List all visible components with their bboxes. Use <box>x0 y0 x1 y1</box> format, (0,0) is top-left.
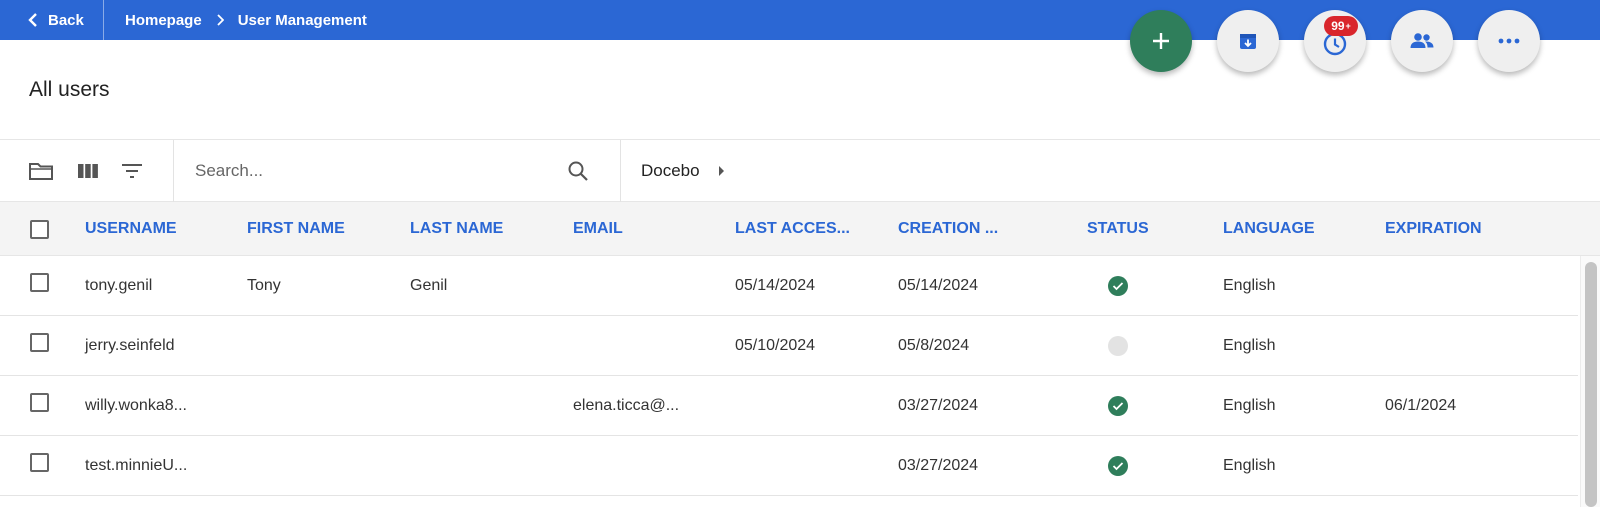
toolbar-divider <box>173 140 174 202</box>
row-checkbox[interactable] <box>30 273 49 292</box>
caret-right-icon <box>718 166 724 176</box>
cell-status <box>1108 256 1128 315</box>
branch-selector[interactable]: Docebo <box>641 140 725 202</box>
toolbar-divider <box>620 140 621 202</box>
cell-username: willy.wonka8... <box>85 396 187 414</box>
column-username[interactable]: USERNAME <box>85 202 177 256</box>
scrollbar-thumb[interactable] <box>1585 262 1597 507</box>
back-button[interactable]: Back <box>0 0 104 40</box>
table-toolbar: Docebo <box>0 139 1600 202</box>
row-checkbox[interactable] <box>30 393 49 412</box>
table-scrollbar[interactable] <box>1580 256 1600 507</box>
search-icon[interactable] <box>567 160 589 182</box>
cell-expiration: 06/1/2024 <box>1385 396 1457 414</box>
cell-language: English <box>1223 396 1276 414</box>
status-active-icon <box>1108 395 1128 416</box>
folder-view-icon[interactable] <box>28 160 54 182</box>
column-expiration[interactable]: EXPIRATION <box>1385 202 1482 256</box>
status-active-icon <box>1108 455 1128 476</box>
page-title: All users <box>29 78 110 101</box>
column-status[interactable]: STATUS <box>1087 202 1149 256</box>
add-user-button[interactable] <box>1130 10 1192 72</box>
notifications-button[interactable]: 99 + <box>1304 10 1366 72</box>
notifications-badge: 99 + <box>1324 16 1358 36</box>
more-horizontal-icon <box>1498 38 1520 44</box>
cell-creation: 05/14/2024 <box>898 276 979 294</box>
search-box <box>175 140 609 202</box>
cell-first-name: Tony <box>247 276 281 294</box>
status-active-icon <box>1108 275 1128 296</box>
breadcrumb: Homepage User Management <box>125 0 367 40</box>
cell-status <box>1108 316 1128 375</box>
table-row[interactable]: willy.wonka8... elena.ticca@... 03/27/20… <box>0 376 1578 436</box>
cell-creation: 03/27/2024 <box>898 396 979 414</box>
cell-creation: 03/27/2024 <box>898 456 979 474</box>
branch-name: Docebo <box>641 161 700 180</box>
table-header: USERNAME FIRST NAME LAST NAME EMAIL LAST… <box>0 202 1600 256</box>
chevron-right-icon <box>216 14 224 26</box>
users-icon <box>1410 33 1434 48</box>
cell-language: English <box>1223 276 1276 294</box>
table-row[interactable]: jerry.seinfeld 05/10/2024 05/8/2024 Engl… <box>0 316 1578 376</box>
filter-icon[interactable] <box>119 160 145 182</box>
table-row[interactable]: test.minnieU... 03/27/2024 English <box>0 436 1578 496</box>
select-all-checkbox[interactable] <box>30 220 49 239</box>
search-input[interactable] <box>175 140 609 202</box>
column-last-access[interactable]: LAST ACCES... <box>735 202 850 256</box>
cell-last-access: 05/10/2024 <box>735 336 816 354</box>
cell-username: test.minnieU... <box>85 456 188 474</box>
chevron-left-icon <box>28 13 37 27</box>
columns-icon[interactable] <box>75 160 101 182</box>
cell-last-name: Genil <box>410 276 448 294</box>
row-checkbox[interactable] <box>30 453 49 472</box>
cell-username: jerry.seinfeld <box>85 336 175 354</box>
more-options-button[interactable] <box>1478 10 1540 72</box>
table-row[interactable]: tony.genil Tony Genil 05/14/2024 05/14/2… <box>0 256 1578 316</box>
cell-status <box>1108 376 1128 435</box>
breadcrumb-user-management: User Management <box>237 11 367 29</box>
plus-icon <box>1153 33 1169 49</box>
cell-email: elena.ticca@... <box>573 396 680 414</box>
column-first-name[interactable]: FIRST NAME <box>247 202 345 256</box>
column-creation[interactable]: CREATION ... <box>898 202 998 256</box>
column-last-name[interactable]: LAST NAME <box>410 202 503 256</box>
cell-language: English <box>1223 336 1276 354</box>
cell-status <box>1108 436 1128 495</box>
column-email[interactable]: EMAIL <box>573 202 623 256</box>
cell-creation: 05/8/2024 <box>898 336 970 354</box>
archive-button[interactable] <box>1217 10 1279 72</box>
cell-last-access: 05/14/2024 <box>735 276 816 294</box>
breadcrumb-homepage[interactable]: Homepage <box>125 12 202 29</box>
cell-username: tony.genil <box>85 276 153 294</box>
cell-language: English <box>1223 456 1276 474</box>
column-language[interactable]: LANGUAGE <box>1223 202 1315 256</box>
user-groups-button[interactable] <box>1391 10 1453 72</box>
archive-download-icon <box>1240 34 1256 49</box>
status-inactive-icon <box>1108 335 1128 356</box>
row-checkbox[interactable] <box>30 333 49 352</box>
back-label: Back <box>48 11 84 29</box>
